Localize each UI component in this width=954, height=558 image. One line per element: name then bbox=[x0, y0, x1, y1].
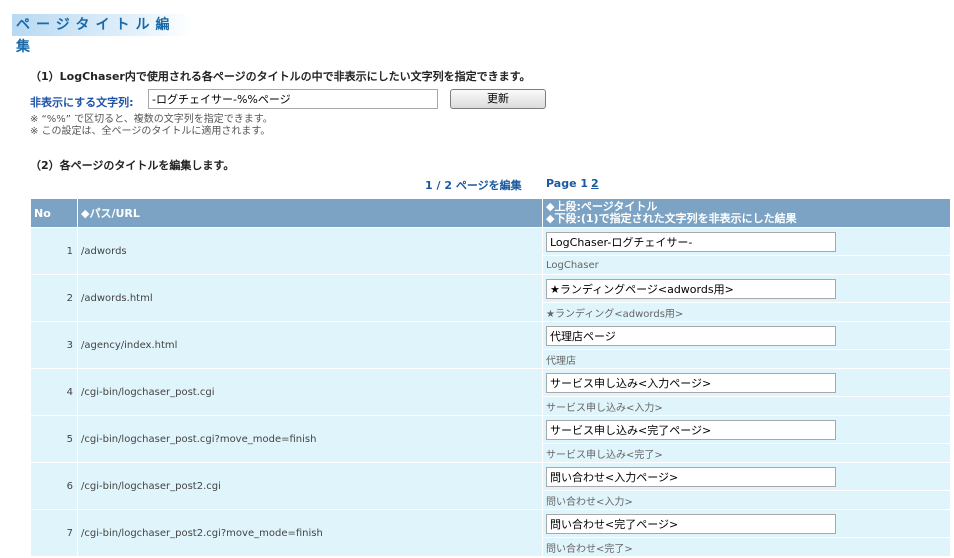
row-number: 6 bbox=[30, 462, 78, 510]
row-title-cell bbox=[542, 509, 951, 538]
page-title-input[interactable] bbox=[546, 325, 836, 346]
row-title-cell bbox=[542, 274, 951, 303]
section1-heading: （1）LogChaser内で使用される各ページのタイトルの中で非表示にしたい文字… bbox=[30, 70, 531, 83]
row-number: 1 bbox=[30, 227, 78, 275]
page-title-input[interactable] bbox=[546, 419, 836, 440]
row-path: /cgi-bin/logchaser_post2.cgi bbox=[77, 462, 543, 510]
row-path: /agency/index.html bbox=[77, 321, 543, 369]
row-result: LogChaser bbox=[542, 255, 951, 275]
table-row: 1 /adwords bbox=[30, 227, 951, 275]
row-title-cell bbox=[542, 321, 951, 350]
row-path: /adwords bbox=[77, 227, 543, 275]
row-path: /adwords.html bbox=[77, 274, 543, 322]
table-row: 7 /cgi-bin/logchaser_post2.cgi?move_mode… bbox=[30, 509, 951, 557]
row-result: 問い合わせ<入力> bbox=[542, 490, 951, 510]
row-number: 7 bbox=[30, 509, 78, 557]
update-button[interactable]: 更新 bbox=[450, 89, 546, 109]
row-result: 問い合わせ<完了> bbox=[542, 537, 951, 557]
col-title-header: ◆上段:ページタイトル ◆下段:(1)で指定された文字列を非表示にした結果 bbox=[542, 198, 951, 228]
row-number: 2 bbox=[30, 274, 78, 322]
pager-current: Page 1 bbox=[546, 177, 589, 190]
row-result: ★ランディング<adwords用> bbox=[542, 302, 951, 322]
table-row: 6 /cgi-bin/logchaser_post2.cgi bbox=[30, 462, 951, 510]
table-header-row: No ◆パス/URL ◆上段:ページタイトル ◆下段:(1)で指定された文字列を… bbox=[30, 198, 951, 228]
col-title-header-line2: ◆下段:(1)で指定された文字列を非表示にした結果 bbox=[546, 212, 797, 225]
row-title-cell bbox=[542, 415, 951, 444]
row-path: /cgi-bin/logchaser_post2.cgi?move_mode=f… bbox=[77, 509, 543, 557]
section2-heading: （2）各ページのタイトルを編集します。 bbox=[30, 159, 235, 172]
hide-string-label: 非表示にする文字列: bbox=[30, 96, 134, 109]
note-scope: ※ この設定は、全ページのタイトルに適用されます。 bbox=[30, 126, 271, 137]
hide-string-input[interactable] bbox=[148, 89, 438, 109]
row-number: 5 bbox=[30, 415, 78, 463]
pager-link-2[interactable]: 2 bbox=[591, 177, 599, 190]
col-path-header: ◆パス/URL bbox=[77, 198, 543, 228]
col-no-header: No bbox=[30, 198, 78, 228]
page-title-input[interactable] bbox=[546, 231, 836, 252]
page-title-input[interactable] bbox=[546, 372, 836, 393]
row-result: 代理店 bbox=[542, 349, 951, 369]
table-row: 4 /cgi-bin/logchaser_post.cgi bbox=[30, 368, 951, 416]
row-title-cell bbox=[542, 227, 951, 256]
page-title-input[interactable] bbox=[546, 513, 836, 534]
title-table: No ◆パス/URL ◆上段:ページタイトル ◆下段:(1)で指定された文字列を… bbox=[30, 198, 951, 557]
table-row: 2 /adwords.html bbox=[30, 274, 951, 322]
table-row: 3 /agency/index.html bbox=[30, 321, 951, 369]
row-result: サービス申し込み<完了> bbox=[542, 443, 951, 463]
row-title-cell bbox=[542, 368, 951, 397]
page-title-input[interactable] bbox=[546, 466, 836, 487]
row-path: /cgi-bin/logchaser_post.cgi bbox=[77, 368, 543, 416]
page-title: ページタイトル編集 bbox=[12, 14, 192, 55]
row-result: サービス申し込み<入力> bbox=[542, 396, 951, 416]
table-row: 5 /cgi-bin/logchaser_post.cgi?move_mode=… bbox=[30, 415, 951, 463]
row-title-cell bbox=[542, 462, 951, 491]
row-path: /cgi-bin/logchaser_post.cgi?move_mode=fi… bbox=[77, 415, 543, 463]
page-title-input[interactable] bbox=[546, 278, 836, 299]
row-number: 3 bbox=[30, 321, 78, 369]
row-number: 4 bbox=[30, 368, 78, 416]
pager-summary: 1 / 2 ページを編集 bbox=[425, 179, 522, 192]
